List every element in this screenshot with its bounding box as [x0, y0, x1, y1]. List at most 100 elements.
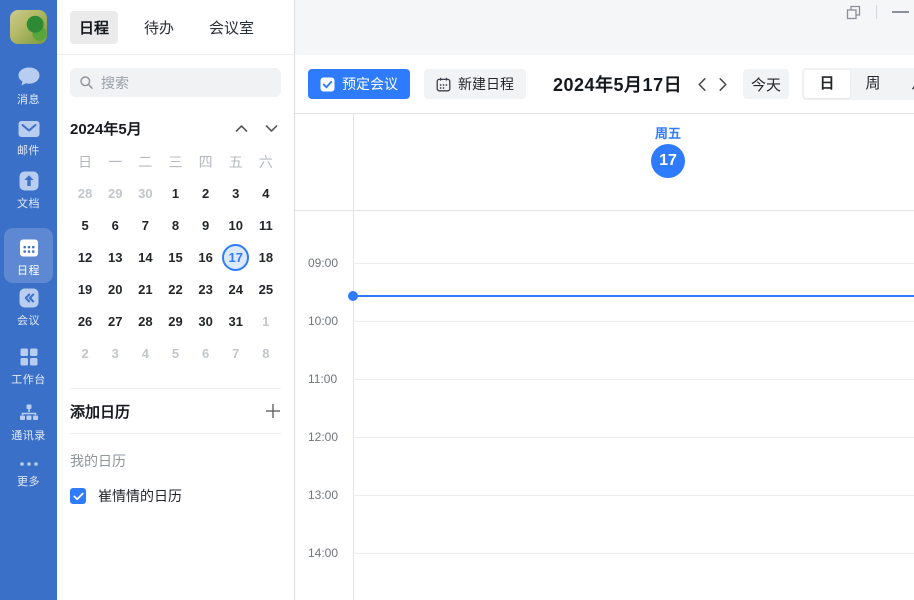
- window-controls: [846, 2, 914, 22]
- mini-calendar-day[interactable]: 31: [221, 305, 251, 337]
- mini-calendar-day[interactable]: 28: [130, 305, 160, 337]
- day-view: 周五 17 09:0010:0011:0012:0013:0014:00: [295, 113, 914, 600]
- mini-calendar-day[interactable]: 3: [100, 337, 130, 369]
- sidebar-item-meeting[interactable]: 会议: [0, 287, 57, 328]
- time-label: 09:00: [308, 255, 346, 271]
- mini-calendar-day[interactable]: 5: [70, 209, 100, 241]
- current-time-line: [353, 295, 914, 297]
- sidebar-item-workbench[interactable]: 工作台: [0, 346, 57, 387]
- mini-calendar-day[interactable]: 28: [70, 177, 100, 209]
- tab-schedule[interactable]: 日程: [70, 11, 118, 44]
- mini-calendar-day[interactable]: 1: [251, 305, 281, 337]
- minimize-icon[interactable]: [892, 11, 909, 13]
- hour-gridline: [353, 379, 914, 380]
- mini-calendar-weekday: 日: [70, 147, 100, 177]
- view-switcher: 日 周 月: [802, 68, 914, 100]
- mini-calendar-day[interactable]: 23: [191, 273, 221, 305]
- calendar-icon: [18, 237, 40, 259]
- mini-calendar-day[interactable]: 8: [251, 337, 281, 369]
- mini-calendar-day[interactable]: 29: [160, 305, 190, 337]
- mini-calendar-day[interactable]: 2: [70, 337, 100, 369]
- mini-calendar-day[interactable]: 9: [191, 209, 221, 241]
- chevron-down-icon[interactable]: [265, 124, 278, 133]
- mini-calendar-day[interactable]: 13: [100, 241, 130, 273]
- chevron-up-icon[interactable]: [235, 124, 248, 133]
- mini-calendar-day[interactable]: 30: [130, 177, 160, 209]
- sidebar-item-label: 文档: [0, 195, 57, 211]
- mini-calendar-day[interactable]: 7: [221, 337, 251, 369]
- add-calendar-row[interactable]: 添加日历: [57, 389, 294, 433]
- mini-calendar-day[interactable]: 1: [160, 177, 190, 209]
- mini-calendar-day[interactable]: 14: [130, 241, 160, 273]
- prev-day-button[interactable]: [697, 77, 707, 92]
- view-week[interactable]: 周: [850, 70, 896, 98]
- mini-calendar-day[interactable]: 11: [251, 209, 281, 241]
- hour-gridline: [353, 263, 914, 264]
- sidebar-item-mail[interactable]: 邮件: [0, 119, 57, 158]
- day-header: 周五 17: [295, 114, 914, 211]
- new-event-button[interactable]: 新建日程: [424, 69, 526, 99]
- hour-gridline: [353, 553, 914, 554]
- mini-calendar-weekday: 二: [130, 147, 160, 177]
- current-date-title: 2024年5月17日: [553, 71, 682, 97]
- mini-calendar-grid: 2829301234567891011121314151617181920212…: [70, 177, 281, 369]
- mini-calendar-day[interactable]: 25: [251, 273, 281, 305]
- mini-calendar-day[interactable]: 2: [191, 177, 221, 209]
- sidebar-item-docs[interactable]: 文档: [0, 170, 57, 211]
- tab-todo[interactable]: 待办: [135, 11, 183, 44]
- plus-icon[interactable]: [265, 403, 281, 419]
- popout-window-icon[interactable]: [846, 5, 861, 20]
- day-number-badge: 17: [651, 144, 685, 178]
- mini-calendar-day[interactable]: 4: [251, 177, 281, 209]
- book-meeting-button[interactable]: 预定会议: [308, 69, 410, 99]
- mini-calendar-day[interactable]: 10: [221, 209, 251, 241]
- mini-calendar-day[interactable]: 21: [130, 273, 160, 305]
- view-month[interactable]: 月: [896, 70, 914, 98]
- time-label: 12:00: [308, 429, 346, 445]
- mini-calendar-day[interactable]: 24: [221, 273, 251, 305]
- mini-calendar-day[interactable]: 16: [191, 241, 221, 273]
- mini-calendar-day[interactable]: 22: [160, 273, 190, 305]
- next-day-button[interactable]: [718, 77, 728, 92]
- calendar-list-item[interactable]: 崔情情的日历: [57, 486, 294, 506]
- app-window: 消息 邮件 文档: [0, 0, 914, 600]
- mini-calendar-day[interactable]: 12: [70, 241, 100, 273]
- mini-calendar-day[interactable]: 27: [100, 305, 130, 337]
- mini-calendar-day[interactable]: 15: [160, 241, 190, 273]
- hour-gridline: [353, 321, 914, 322]
- mini-calendar-day[interactable]: 6: [191, 337, 221, 369]
- mini-calendar-weekday: 四: [191, 147, 221, 177]
- mini-calendar-weekdays: 日一二三四五六: [70, 147, 281, 177]
- mini-calendar-day[interactable]: 8: [160, 209, 190, 241]
- hour-gridline: [353, 495, 914, 496]
- mini-calendar-day[interactable]: 4: [130, 337, 160, 369]
- mini-calendar-day[interactable]: 5: [160, 337, 190, 369]
- mini-calendar-selected-day[interactable]: 17: [221, 241, 251, 273]
- checked-calendar-icon: [320, 77, 335, 92]
- search-box[interactable]: [70, 68, 281, 97]
- sidebar-item-contacts[interactable]: 通讯录: [0, 402, 57, 443]
- sidebar-item-messages[interactable]: 消息: [0, 66, 57, 107]
- calendar-checkbox-checked[interactable]: [70, 488, 86, 504]
- mini-calendar-day[interactable]: 30: [191, 305, 221, 337]
- mini-calendar-day[interactable]: 26: [70, 305, 100, 337]
- mini-calendar-day[interactable]: 6: [100, 209, 130, 241]
- mini-calendar-day[interactable]: 3: [221, 177, 251, 209]
- view-day[interactable]: 日: [804, 70, 850, 98]
- mini-calendar-day[interactable]: 29: [100, 177, 130, 209]
- sidebar-item-calendar[interactable]: 日程: [0, 237, 57, 278]
- mini-calendar-day[interactable]: 19: [70, 273, 100, 305]
- more-dots-icon: [18, 458, 40, 470]
- today-button[interactable]: 今天: [743, 69, 789, 99]
- new-event-calendar-icon: [436, 77, 451, 92]
- mini-calendar-day[interactable]: 7: [130, 209, 160, 241]
- search-input[interactable]: [101, 75, 271, 91]
- sidebar-item-label: 邮件: [0, 142, 57, 158]
- tab-meeting-rooms[interactable]: 会议室: [200, 11, 263, 44]
- divider: [876, 5, 877, 19]
- mini-calendar-day[interactable]: 18: [251, 241, 281, 273]
- time-label: 11:00: [308, 371, 346, 387]
- sidebar-item-more[interactable]: 更多: [0, 458, 57, 489]
- mini-calendar-day[interactable]: 20: [100, 273, 130, 305]
- user-avatar[interactable]: [10, 10, 47, 44]
